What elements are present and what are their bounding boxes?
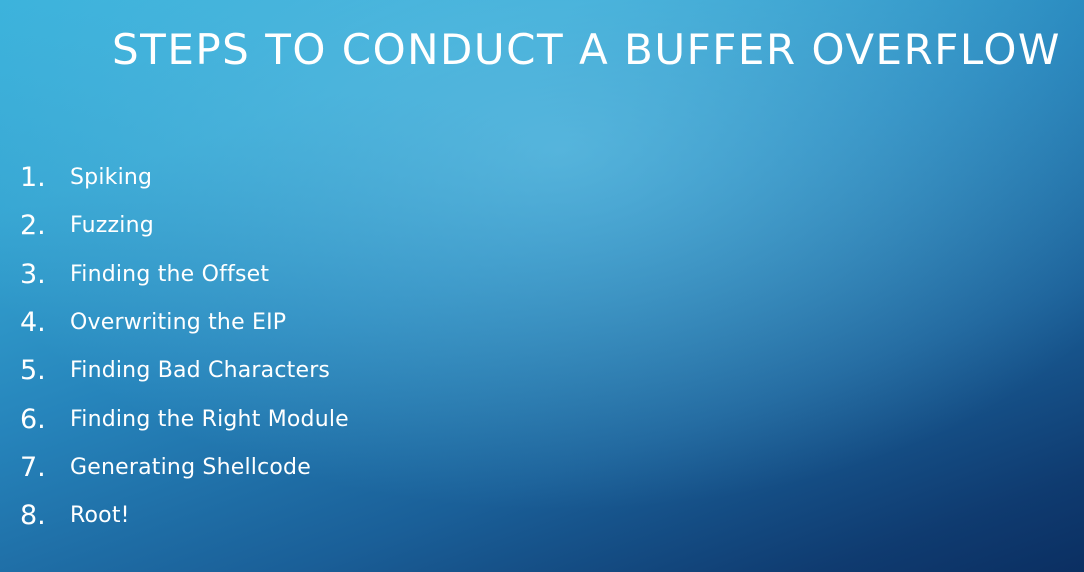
list-item: 5. Finding Bad Characters xyxy=(20,347,349,395)
list-item: 8. Root! xyxy=(20,492,349,540)
step-label: Finding the Right Module xyxy=(70,406,349,432)
list-item: 4. Overwriting the EIP xyxy=(20,299,349,347)
step-number: 2. xyxy=(20,210,46,242)
steps-list: 1. Spiking 2. Fuzzing 3. Finding the Off… xyxy=(20,154,349,540)
step-number: 8. xyxy=(20,500,46,532)
list-item: 2. Fuzzing xyxy=(20,202,349,250)
step-label: Fuzzing xyxy=(70,213,154,239)
step-label: Generating Shellcode xyxy=(70,454,311,480)
step-label: Root! xyxy=(70,503,130,529)
step-label: Overwriting the EIP xyxy=(70,310,287,336)
list-item: 3. Finding the Offset xyxy=(20,251,349,299)
presentation-slide: STEPS TO CONDUCT A BUFFER OVERFLOW 1. Sp… xyxy=(0,0,1084,572)
list-item: 7. Generating Shellcode xyxy=(20,444,349,492)
step-number: 3. xyxy=(20,258,46,290)
step-label: Finding the Offset xyxy=(70,261,270,287)
slide-title: STEPS TO CONDUCT A BUFFER OVERFLOW xyxy=(112,25,1061,74)
step-number: 1. xyxy=(20,162,46,194)
step-label: Spiking xyxy=(70,165,153,191)
step-number: 4. xyxy=(20,307,46,339)
step-number: 6. xyxy=(20,403,46,435)
step-number: 7. xyxy=(20,451,46,483)
step-label: Finding Bad Characters xyxy=(70,358,331,384)
list-item: 1. Spiking xyxy=(20,154,349,202)
list-item: 6. Finding the Right Module xyxy=(20,395,349,443)
step-number: 5. xyxy=(20,355,46,387)
